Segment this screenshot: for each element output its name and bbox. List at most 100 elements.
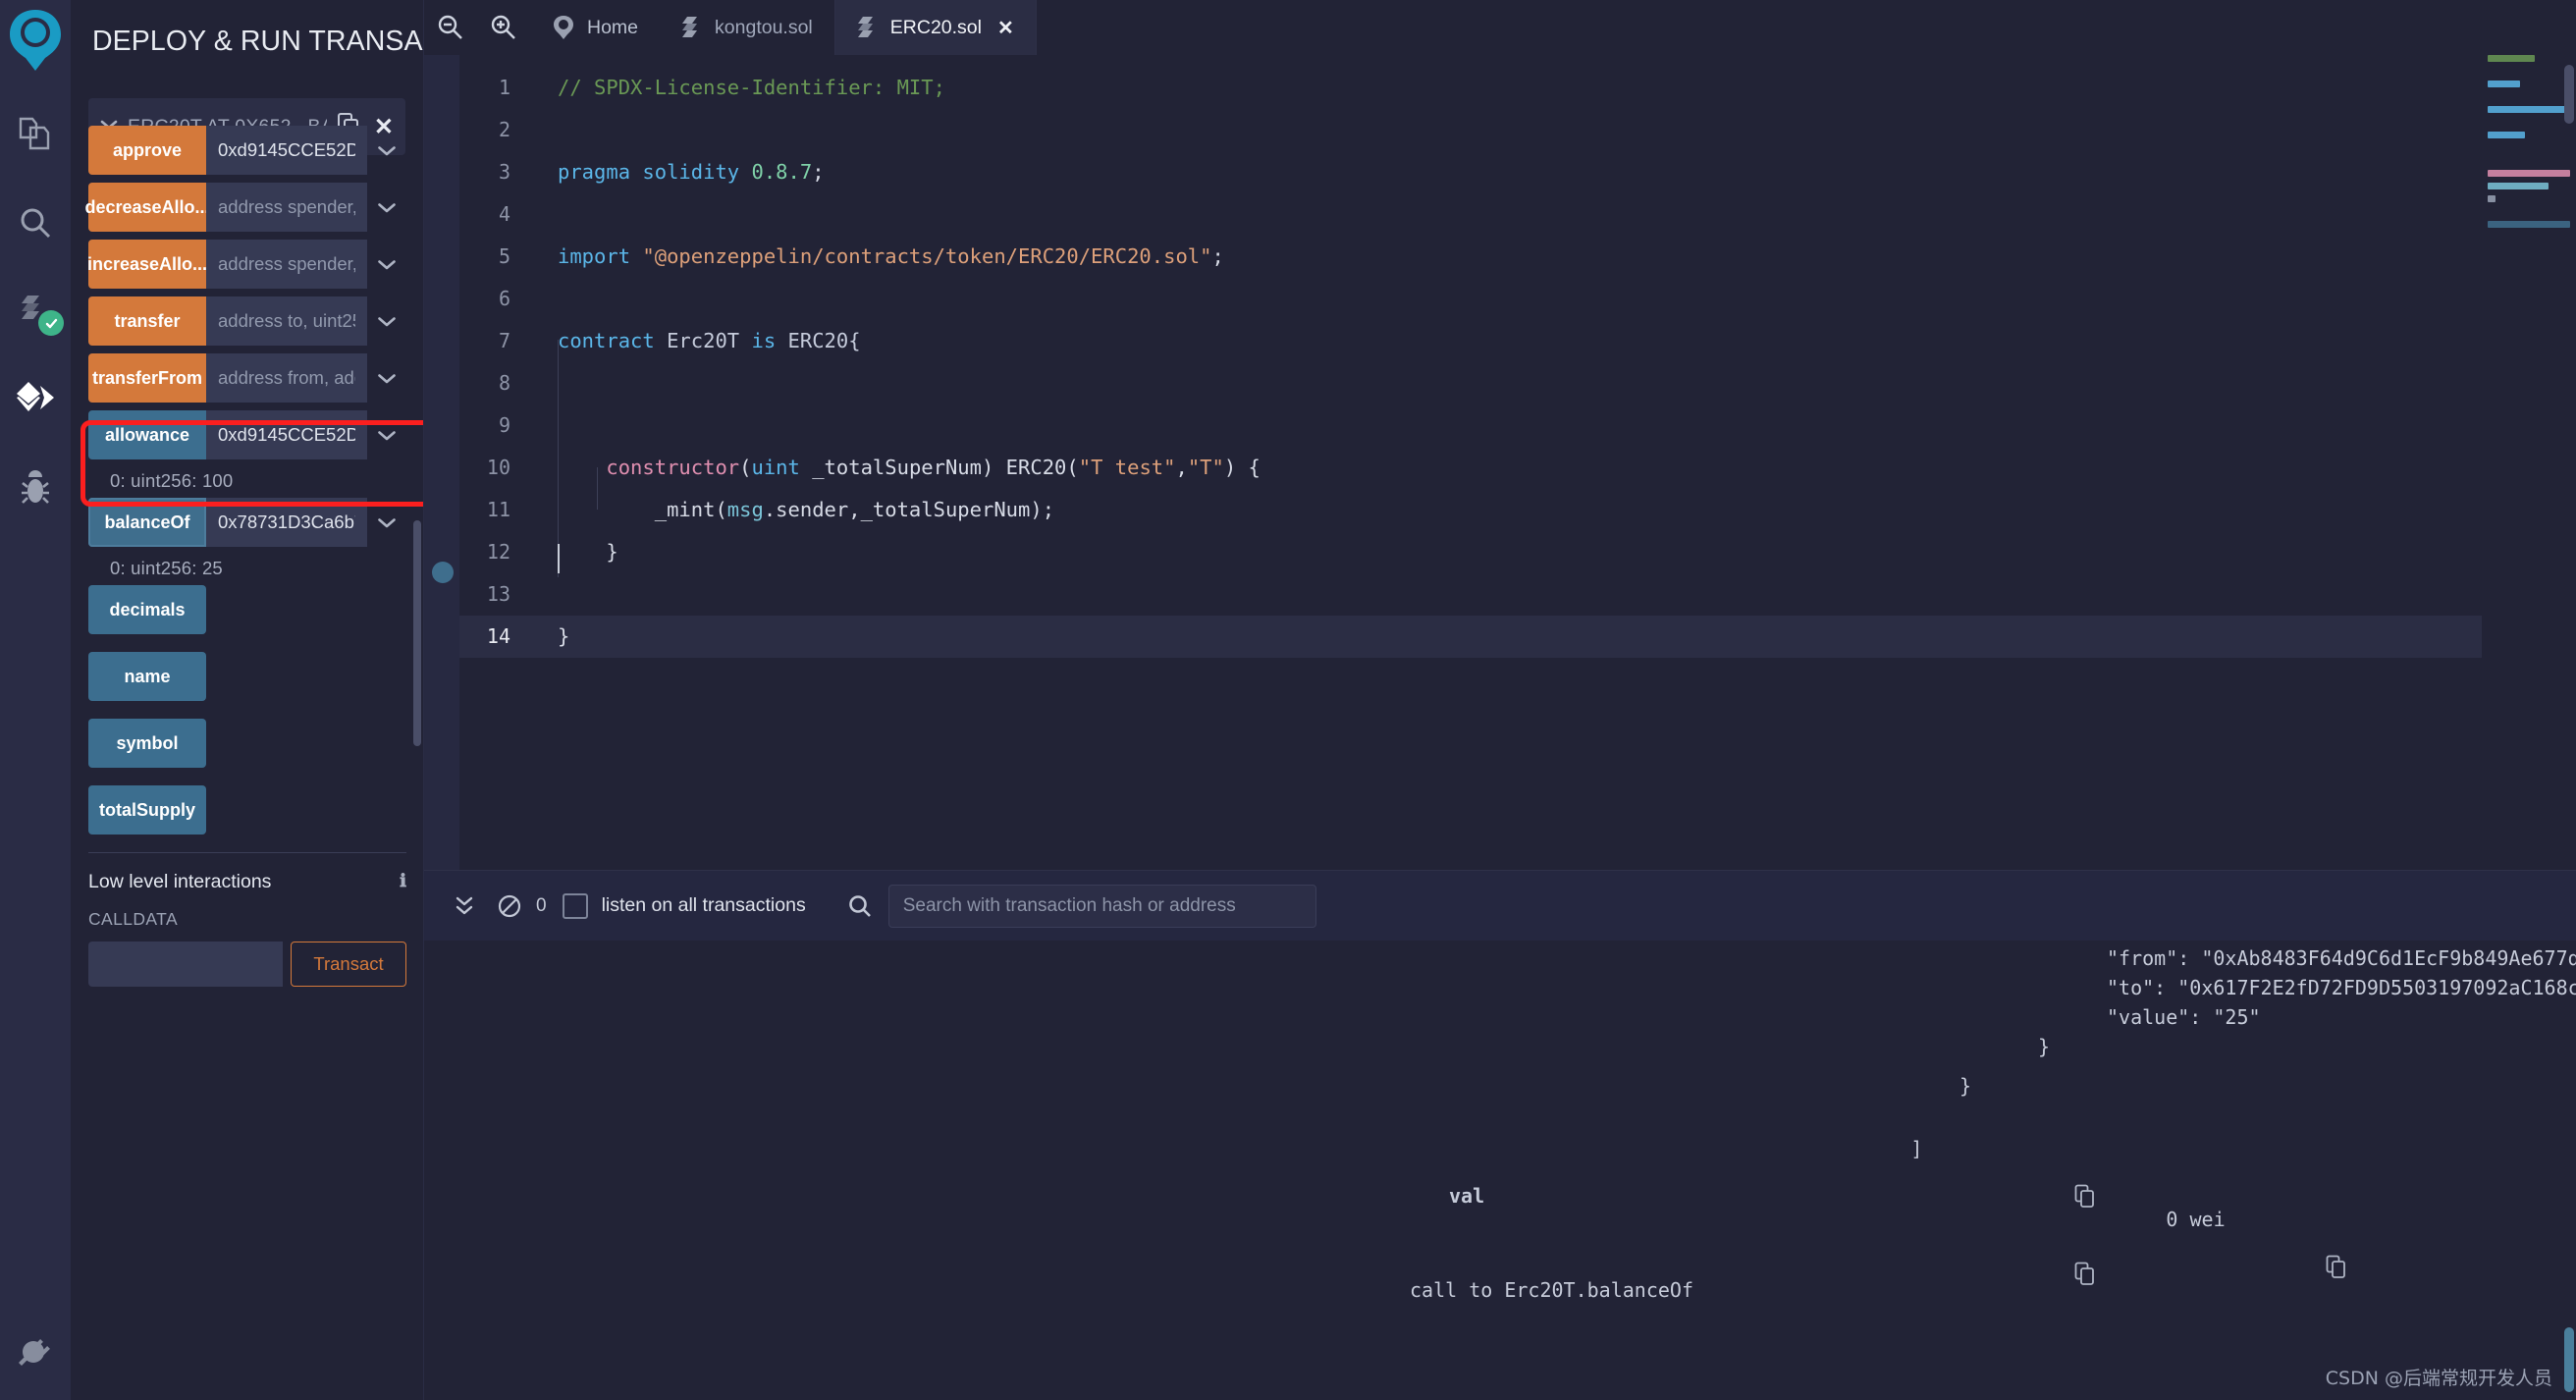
function-button-balanceof[interactable]: balanceOf: [88, 498, 206, 547]
function-button-transferfrom[interactable]: transferFrom: [88, 353, 206, 403]
sidebar-item-search[interactable]: [5, 196, 66, 249]
function-button-name[interactable]: name: [88, 652, 206, 701]
chevron-down-icon[interactable]: [367, 498, 406, 547]
chevron-down-icon[interactable]: [367, 353, 406, 403]
editor-breakpoint-gutter[interactable]: [424, 55, 459, 870]
chevrons-down-icon[interactable]: [442, 893, 487, 919]
function-entry-allowance: allowance 0: uint256: 100: [88, 410, 406, 498]
deploy-run-panel: DEPLOY & RUN TRANSACTIONS ERC20T AT 0X65…: [71, 0, 424, 1400]
sidebar-item-file-explorer[interactable]: [5, 108, 66, 161]
chevron-down-icon[interactable]: [367, 240, 406, 289]
function-button-decimals[interactable]: decimals: [88, 585, 206, 634]
terminal-log-count: 0: [536, 894, 547, 916]
calldata-row: Transact: [88, 942, 406, 987]
sidebar-item-solidity-compiler[interactable]: [5, 285, 66, 338]
function-row: name: [88, 652, 406, 701]
close-icon[interactable]: ✕: [997, 16, 1014, 40]
minimap-line: [2488, 106, 2569, 113]
code-line: 1 // SPDX-License-Identifier: MIT;: [459, 67, 2576, 109]
function-input[interactable]: [206, 410, 367, 459]
line-number: 3: [498, 160, 510, 184]
solidity-file-icon: [681, 16, 703, 39]
function-button-approve[interactable]: approve: [88, 126, 206, 175]
function-row: transfer: [88, 296, 406, 346]
editor-scrollbar[interactable]: [2564, 65, 2574, 124]
editor-tabbar: Home kongtou.sol ERC20.sol ✕: [424, 0, 2576, 55]
text-cursor: [558, 544, 560, 573]
function-input[interactable]: [206, 240, 367, 289]
function-row: symbol: [88, 719, 406, 768]
indent-guide: [558, 340, 559, 577]
code-line: 14}: [459, 616, 2576, 658]
code-content[interactable]: 1 // SPDX-License-Identifier: MIT; 2 3 pragm…: [459, 55, 2576, 658]
line-number: 13: [486, 582, 510, 606]
function-entry-balanceof: balanceOf 0: uint256: 25: [88, 498, 406, 585]
copy-icon[interactable]: [2183, 1231, 2347, 1309]
function-button-decreaseallo[interactable]: decreaseAllo...: [84, 183, 210, 232]
line-number: 11: [486, 498, 510, 521]
sidebar-item-deploy-run[interactable]: [5, 373, 66, 426]
line-number: 9: [498, 413, 510, 437]
editor-minimap[interactable]: [2482, 55, 2576, 870]
minimap-line: [2488, 221, 2570, 228]
calldata-input[interactable]: [88, 942, 283, 987]
terminal-scrollbar[interactable]: [2564, 1327, 2574, 1392]
chevron-down-icon[interactable]: [367, 183, 406, 232]
function-button-allowance[interactable]: allowance: [88, 410, 206, 459]
tab-home[interactable]: Home: [530, 0, 660, 55]
no-entry-icon[interactable]: [487, 893, 532, 919]
transact-button[interactable]: Transact: [291, 942, 406, 987]
function-entry-transferfrom: transferFrom: [88, 353, 406, 403]
calldata-label: CALLDATA: [88, 909, 179, 929]
code-line: 11 _mint(msg.sender,_totalSuperNum);: [459, 489, 2576, 531]
terminal-panel: 0 listen on all transactions "from": "0x…: [424, 870, 2576, 1400]
watermark: CSDN @后端常规开发人员: [2325, 1368, 2552, 1389]
line-number: 10: [486, 456, 510, 479]
function-row: transferFrom: [88, 353, 406, 403]
tab-erc20sol[interactable]: ERC20.sol ✕: [834, 0, 1037, 55]
sidebar-item-plugin-manager[interactable]: [0, 1333, 71, 1371]
code-line: 12 }: [459, 531, 2576, 573]
zoom-in-icon[interactable]: [477, 0, 530, 55]
code-line: 7 contract Erc20T is ERC20{: [459, 320, 2576, 362]
terminal-search-input[interactable]: [887, 884, 1316, 928]
function-button-totalsupply[interactable]: totalSupply: [88, 785, 206, 835]
line-number: 1: [498, 76, 510, 99]
code-line-text: pragma solidity 0.8.7;: [558, 160, 825, 184]
function-input[interactable]: [206, 126, 367, 175]
tab-kongtousol[interactable]: kongtou.sol: [660, 0, 835, 55]
code-line: 8: [459, 362, 2576, 404]
function-input[interactable]: [206, 183, 367, 232]
function-button-transfer[interactable]: transfer: [88, 296, 206, 346]
log-json-from: "from": "0xAb8483F64d9C6d1EcF9b849Ae677d…: [2107, 946, 2576, 970]
listen-all-transactions-checkbox[interactable]: [562, 892, 588, 919]
remix-logo-icon[interactable]: [6, 8, 65, 73]
chevron-down-icon[interactable]: [367, 296, 406, 346]
panel-scrollbar[interactable]: [413, 520, 421, 746]
compiler-success-badge: [38, 310, 64, 336]
chevron-down-icon[interactable]: [367, 410, 406, 459]
minimap-line: [2488, 132, 2525, 138]
function-input[interactable]: [206, 498, 367, 547]
info-icon[interactable]: ℹ: [400, 871, 406, 891]
function-button-symbol[interactable]: symbol: [88, 719, 206, 768]
panel-header: DEPLOY & RUN TRANSACTIONS: [71, 0, 423, 61]
breakpoint-dot[interactable]: [432, 562, 454, 583]
sidebar-item-debugger[interactable]: [5, 461, 66, 514]
code-line-text: import "@openzeppelin/contracts/token/ER…: [558, 244, 1224, 268]
code-line: 5 import "@openzeppelin/contracts/token/E…: [459, 236, 2576, 278]
function-input[interactable]: [206, 353, 367, 403]
tab-label: ERC20.sol: [889, 16, 982, 38]
function-input[interactable]: [206, 296, 367, 346]
function-row: increaseAllo...: [87, 240, 406, 289]
zoom-out-icon[interactable]: [424, 0, 477, 55]
listen-all-transactions-label: listen on all transactions: [601, 894, 806, 916]
code-line: 2: [459, 109, 2576, 151]
code-line-text: // SPDX-License-Identifier: MIT;: [558, 76, 945, 99]
log-brace-inner: }: [2038, 1035, 2051, 1058]
search-icon[interactable]: [806, 893, 888, 919]
function-button-increaseallo[interactable]: increaseAllo...: [87, 240, 207, 289]
chevron-down-icon[interactable]: [367, 126, 406, 175]
terminal-output[interactable]: "from": "0xAb8483F64d9C6d1EcF9b849Ae677d…: [424, 941, 2576, 1400]
